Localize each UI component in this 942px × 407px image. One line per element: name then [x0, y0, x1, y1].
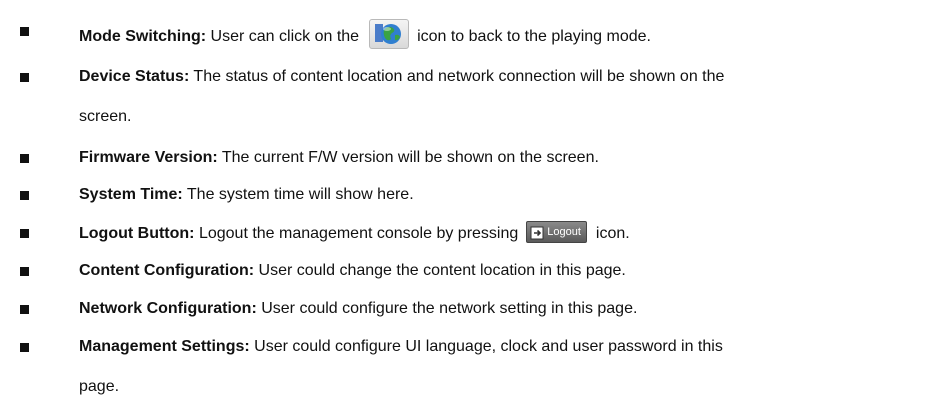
- bullet-icon: [20, 229, 29, 238]
- bullet-icon: [20, 73, 29, 82]
- bullet-icon: [20, 267, 29, 276]
- description-text: icon to back to the playing mode.: [417, 28, 651, 46]
- list-item-continuation: screen.: [79, 108, 132, 125]
- description-text: The status of content location and netwo…: [189, 68, 725, 85]
- term-label: Content Configuration:: [79, 262, 255, 279]
- description-text: User can click on the: [206, 28, 360, 46]
- list-item-line: Content Configuration: User could change…: [79, 261, 626, 281]
- term-label: Mode Switching:: [79, 28, 207, 46]
- list-item-line: Network Configuration: User could config…: [79, 299, 637, 319]
- term-label: Logout Button:: [79, 225, 195, 243]
- list-item-line: System Time: The system time will show h…: [79, 185, 414, 205]
- term-label: Management Settings:: [79, 338, 250, 355]
- bullet-icon: [20, 305, 29, 314]
- term-label: System Time:: [79, 186, 183, 203]
- bullet-icon: [20, 343, 29, 352]
- bullet-icon: [20, 27, 29, 36]
- logout-icon-label: Logout: [547, 226, 581, 238]
- list-item-line: Management Settings: User could configur…: [79, 337, 723, 357]
- list-item-line: Firmware Version: The current F/W versio…: [79, 148, 599, 168]
- logout-icon[interactable]: Logout: [526, 221, 587, 243]
- bullet-icon: [20, 191, 29, 200]
- description-text: User could change the content location i…: [254, 262, 626, 279]
- list-item-line: Mode Switching: User can click on the ic…: [79, 19, 651, 52]
- description-text: Logout the management console by pressin…: [194, 225, 519, 243]
- list-item-continuation: page.: [79, 378, 120, 395]
- list-item-line: Logout Button: Logout the management con…: [79, 221, 630, 245]
- term-label: Device Status:: [79, 68, 190, 85]
- description-text: User could configure UI language, clock …: [249, 338, 723, 355]
- list-item-line: Device Status: The status of content loc…: [79, 67, 724, 87]
- description-text: icon.: [595, 225, 630, 243]
- description-text: User could configure the network setting…: [256, 300, 638, 317]
- bullet-icon: [20, 154, 29, 163]
- description-text: The system time will show here.: [182, 186, 414, 203]
- description-text: The current F/W version will be shown on…: [217, 149, 599, 166]
- term-label: Firmware Version:: [79, 149, 218, 166]
- globe-icon[interactable]: [369, 19, 410, 49]
- term-label: Network Configuration:: [79, 300, 257, 317]
